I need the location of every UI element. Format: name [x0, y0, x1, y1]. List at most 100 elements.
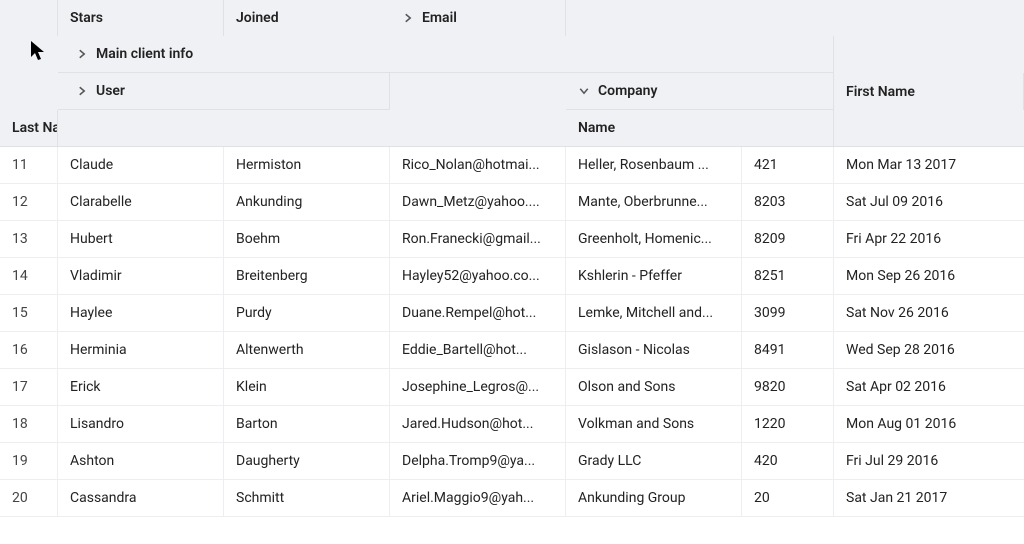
cell-joined[interactable]: Mon Sep 26 2016 [834, 258, 1024, 294]
cell-joined[interactable]: Sat Jan 21 2017 [834, 480, 1024, 516]
cell-email[interactable]: Dawn_Metz@yahoo.... [390, 184, 566, 220]
cell-email[interactable]: Ron.Franecki@gmail... [390, 221, 566, 257]
cell-last-name[interactable]: Boehm [224, 221, 390, 257]
cell-last-name[interactable]: Klein [224, 369, 390, 405]
cell-email[interactable]: Josephine_Legros@... [390, 369, 566, 405]
cell-row-index[interactable]: 13 [0, 221, 58, 257]
cell-row-index[interactable]: 11 [0, 147, 58, 183]
cell-email[interactable]: Jared.Hudson@hot... [390, 406, 566, 442]
header-stars[interactable]: Stars [58, 0, 224, 36]
cell-row-index[interactable]: 16 [0, 332, 58, 368]
cell-stars[interactable]: 3099 [742, 295, 834, 331]
cell-first-name[interactable]: Erick [58, 369, 224, 405]
cell-company[interactable]: Grady LLC [566, 443, 742, 479]
cell-joined[interactable]: Wed Sep 28 2016 [834, 332, 1024, 368]
cell-last-name[interactable]: Ankunding [224, 184, 390, 220]
cell-stars[interactable]: 8491 [742, 332, 834, 368]
cell-email[interactable]: Duane.Rempel@hot... [390, 295, 566, 331]
cell-joined[interactable]: Sat Apr 02 2016 [834, 369, 1024, 405]
cell-first-name[interactable]: Hubert [58, 221, 224, 257]
cell-company[interactable]: Ankunding Group [566, 480, 742, 516]
cell-joined[interactable]: Fri Apr 22 2016 [834, 221, 1024, 257]
table-row[interactable]: 19AshtonDaughertyDelpha.Tromp9@ya...Grad… [0, 443, 1024, 480]
chevron-right-icon [76, 48, 88, 60]
chevron-down-icon [578, 85, 590, 97]
cell-joined[interactable]: Sat Jul 09 2016 [834, 184, 1024, 220]
table-row[interactable]: 13HubertBoehmRon.Franecki@gmail...Greenh… [0, 221, 1024, 258]
header-stars-label: Stars [70, 10, 103, 26]
cell-stars[interactable]: 8209 [742, 221, 834, 257]
cell-stars[interactable]: 8203 [742, 184, 834, 220]
cell-first-name[interactable]: Cassandra [58, 480, 224, 516]
cell-stars[interactable]: 421 [742, 147, 834, 183]
header-company-name-label: Name [578, 120, 615, 136]
cell-joined[interactable]: Sat Nov 26 2016 [834, 295, 1024, 331]
cell-company[interactable]: Volkman and Sons [566, 406, 742, 442]
cell-email[interactable]: Delpha.Tromp9@ya... [390, 443, 566, 479]
cell-company[interactable]: Heller, Rosenbaum ... [566, 147, 742, 183]
cell-first-name[interactable]: Clarabelle [58, 184, 224, 220]
header-company-name[interactable]: Name [566, 110, 834, 146]
cell-last-name[interactable]: Hermiston [224, 147, 390, 183]
header-last-name[interactable]: Last Name [0, 110, 58, 146]
cell-company[interactable]: Mante, Oberbrunne... [566, 184, 742, 220]
cell-last-name[interactable]: Daugherty [224, 443, 390, 479]
table-row[interactable]: 14VladimirBreitenbergHayley52@yahoo.co..… [0, 258, 1024, 295]
cell-last-name[interactable]: Breitenberg [224, 258, 390, 294]
table-row[interactable]: 20CassandraSchmittAriel.Maggio9@yah...An… [0, 480, 1024, 517]
cell-first-name[interactable]: Ashton [58, 443, 224, 479]
header-group-main-label: Main client info [96, 46, 193, 62]
cell-row-index[interactable]: 15 [0, 295, 58, 331]
header-group-main-client-info[interactable]: Main client info [58, 36, 834, 73]
cell-stars[interactable]: 20 [742, 480, 834, 516]
table-row[interactable]: 18LisandroBartonJared.Hudson@hot...Volkm… [0, 406, 1024, 443]
cell-last-name[interactable]: Schmitt [224, 480, 390, 516]
table-row[interactable]: 11ClaudeHermistonRico_Nolan@hotmai...Hel… [0, 147, 1024, 184]
table-header: Main client info Stars Joined User Email [0, 0, 1024, 147]
cell-row-index[interactable]: 20 [0, 480, 58, 516]
header-first-name[interactable]: First Name [834, 73, 1024, 110]
cell-company[interactable]: Lemke, Mitchell and... [566, 295, 742, 331]
cell-last-name[interactable]: Barton [224, 406, 390, 442]
header-joined[interactable]: Joined [224, 0, 390, 36]
cell-joined[interactable]: Fri Jul 29 2016 [834, 443, 1024, 479]
cell-company[interactable]: Kshlerin - Pfeffer [566, 258, 742, 294]
table-row[interactable]: 12ClarabelleAnkundingDawn_Metz@yahoo....… [0, 184, 1024, 221]
table-row[interactable]: 15HayleePurdyDuane.Rempel@hot...Lemke, M… [0, 295, 1024, 332]
cell-first-name[interactable]: Lisandro [58, 406, 224, 442]
cell-email[interactable]: Rico_Nolan@hotmai... [390, 147, 566, 183]
cell-last-name[interactable]: Purdy [224, 295, 390, 331]
cell-company[interactable]: Gislason - Nicolas [566, 332, 742, 368]
header-group-company[interactable]: Company [566, 73, 834, 110]
table-row[interactable]: 16HerminiaAltenwerthEddie_Bartell@hot...… [0, 332, 1024, 369]
cell-row-index[interactable]: 12 [0, 184, 58, 220]
header-last-name-label: Last Name [12, 120, 58, 136]
cell-joined[interactable]: Mon Aug 01 2016 [834, 406, 1024, 442]
cell-stars[interactable]: 420 [742, 443, 834, 479]
header-group-user[interactable]: User [58, 73, 390, 110]
cell-email[interactable]: Hayley52@yahoo.co... [390, 258, 566, 294]
table-row[interactable]: 17ErickKleinJosephine_Legros@...Olson an… [0, 369, 1024, 406]
cell-first-name[interactable]: Haylee [58, 295, 224, 331]
header-row-index[interactable] [0, 0, 58, 36]
cell-email[interactable]: Ariel.Maggio9@yah... [390, 480, 566, 516]
cell-row-index[interactable]: 17 [0, 369, 58, 405]
cell-joined[interactable]: Mon Mar 13 2017 [834, 147, 1024, 183]
cell-stars[interactable]: 8251 [742, 258, 834, 294]
cell-last-name[interactable]: Altenwerth [224, 332, 390, 368]
cell-first-name[interactable]: Vladimir [58, 258, 224, 294]
cell-row-index[interactable]: 14 [0, 258, 58, 294]
table-body: 11ClaudeHermistonRico_Nolan@hotmai...Hel… [0, 147, 1024, 517]
cell-row-index[interactable]: 18 [0, 406, 58, 442]
cell-stars[interactable]: 9820 [742, 369, 834, 405]
cell-stars[interactable]: 1220 [742, 406, 834, 442]
cell-email[interactable]: Eddie_Bartell@hot... [390, 332, 566, 368]
cell-company[interactable]: Olson and Sons [566, 369, 742, 405]
header-joined-label: Joined [236, 10, 279, 26]
cell-company[interactable]: Greenholt, Homenic... [566, 221, 742, 257]
cell-row-index[interactable]: 19 [0, 443, 58, 479]
cell-first-name[interactable]: Claude [58, 147, 224, 183]
header-email[interactable]: Email [390, 0, 566, 36]
cell-first-name[interactable]: Herminia [58, 332, 224, 368]
header-first-name-label: First Name [846, 84, 915, 100]
